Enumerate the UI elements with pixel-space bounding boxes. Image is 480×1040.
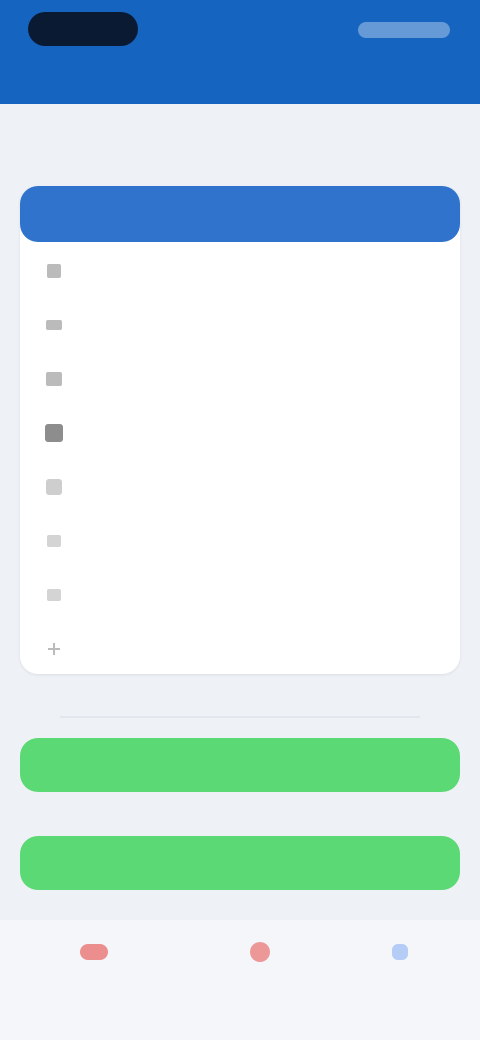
app-title-pill <box>28 12 138 46</box>
red-chat-icon <box>242 938 278 971</box>
square-icon <box>42 421 66 445</box>
nav-item-1[interactable] <box>54 938 134 1008</box>
card-header[interactable] <box>20 186 460 242</box>
menu-item-3[interactable] <box>20 358 460 400</box>
menu-item-6[interactable] <box>20 520 460 562</box>
menu-item-8[interactable] <box>20 628 460 670</box>
secondary-green-button[interactable] <box>20 836 460 890</box>
top-right-action[interactable] <box>358 22 450 38</box>
bottom-navigation <box>0 920 480 1040</box>
folder-icon <box>42 313 66 337</box>
primary-green-button[interactable] <box>20 738 460 792</box>
menu-item-2[interactable] <box>20 304 460 346</box>
nav-item-3[interactable] <box>360 938 440 1008</box>
menu-card <box>20 186 460 674</box>
menu-item-5[interactable] <box>20 466 460 508</box>
menu-item-1[interactable] <box>20 250 460 292</box>
red-home-icon <box>76 938 112 971</box>
document-icon <box>42 259 66 283</box>
divider <box>60 716 420 718</box>
list-icon <box>42 367 66 391</box>
top-app-bar <box>0 0 480 104</box>
grid-icon <box>42 583 66 607</box>
menu-item-4[interactable] <box>20 412 460 454</box>
plus-icon <box>42 637 66 661</box>
box-icon <box>42 529 66 553</box>
menu-item-7[interactable] <box>20 574 460 616</box>
blue-profile-icon <box>382 938 418 971</box>
nav-item-2[interactable] <box>220 938 300 1008</box>
image-icon <box>42 475 66 499</box>
